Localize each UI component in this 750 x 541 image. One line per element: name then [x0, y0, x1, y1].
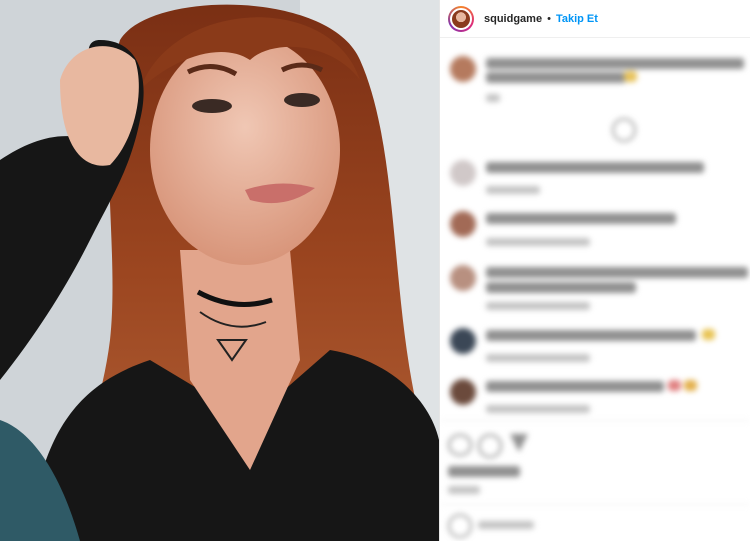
- paper-plane-icon[interactable]: [510, 434, 528, 452]
- comments-panel: squidgame • Takip Et: [440, 0, 750, 541]
- plus-circle-icon[interactable]: [612, 118, 636, 142]
- profile-avatar-icon: [450, 7, 472, 30]
- separator-dot: •: [547, 12, 551, 25]
- username[interactable]: squidgame: [484, 13, 542, 25]
- heart-icon[interactable]: [448, 434, 472, 456]
- caption-avatar: [450, 56, 476, 82]
- selfie-image: [0, 0, 439, 541]
- emoji-icon[interactable]: [448, 514, 472, 538]
- comment-icon[interactable]: [478, 434, 502, 458]
- follow-button[interactable]: Takip Et: [556, 13, 598, 25]
- post-header: squidgame • Takip Et: [440, 0, 750, 38]
- post-photo: [0, 0, 439, 541]
- blurred-comments: [440, 38, 750, 541]
- story-ring[interactable]: [448, 5, 474, 32]
